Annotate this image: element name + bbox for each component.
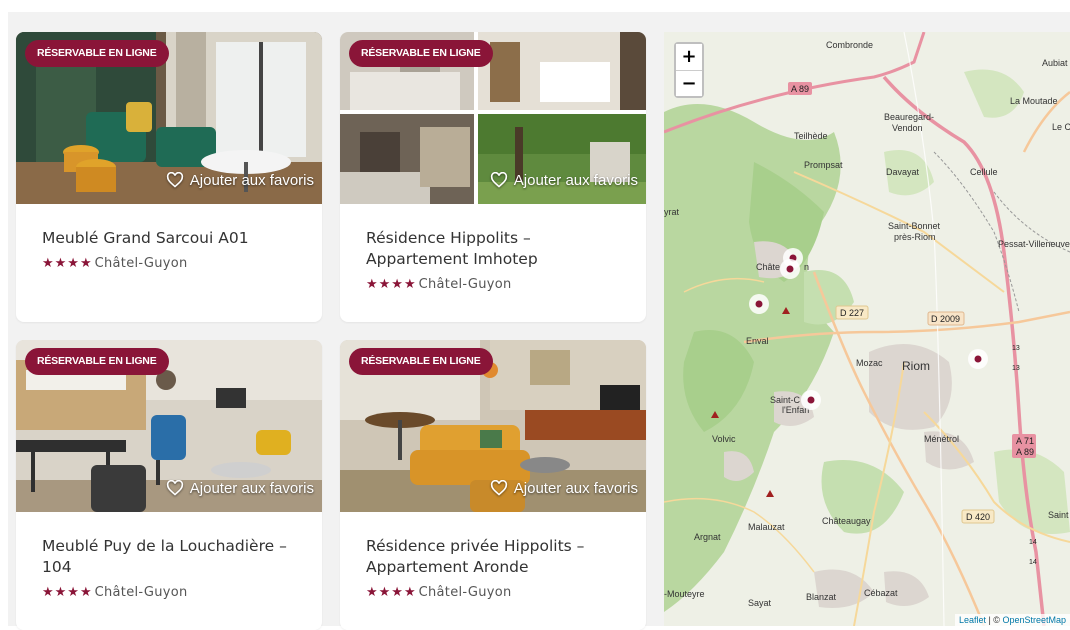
- road-label: D 420: [966, 512, 990, 522]
- place-label: La Moutade: [1010, 96, 1058, 106]
- place-label: Riom: [902, 359, 930, 373]
- listing-card[interactable]: RÉSERVABLE EN LIGNE Ajouter aux favoris …: [16, 340, 322, 630]
- place-label: Mozac: [856, 358, 883, 368]
- place-label: Volvic: [712, 434, 736, 444]
- place-label: Enval: [746, 336, 769, 346]
- place-label: Combronde: [826, 40, 873, 50]
- map-marker-icon[interactable]: [801, 390, 821, 410]
- listing-photo[interactable]: RÉSERVABLE EN LIGNE Ajouter aux favoris: [340, 32, 646, 204]
- road-label: D 227: [840, 308, 864, 318]
- place-label: Teilhède: [794, 131, 828, 141]
- listing-rating: ★★★★ Châtel-Guyon: [42, 585, 188, 600]
- add-to-favorites-button[interactable]: Ajouter aux favoris: [166, 170, 314, 190]
- map-attribution: Leaflet | © OpenStreetMap: [954, 614, 1070, 626]
- bookable-online-badge: RÉSERVABLE EN LIGNE: [25, 40, 169, 67]
- add-to-favorites-button[interactable]: Ajouter aux favoris: [490, 478, 638, 498]
- road-label: 14: [1029, 539, 1037, 546]
- place-label: Châteaugay: [822, 516, 871, 526]
- heart-icon: [490, 480, 507, 496]
- zoom-out-button[interactable]: −: [676, 70, 702, 96]
- listing-location: Châtel-Guyon: [418, 277, 512, 292]
- attribution-separator: | ©: [985, 615, 1003, 625]
- place-label: Beauregard-: [884, 112, 934, 122]
- place-label: n: [804, 262, 809, 272]
- place-label: Saint: [1048, 510, 1069, 520]
- place-label: Cellule: [970, 167, 998, 177]
- place-label: Le Ch: [1052, 122, 1070, 132]
- leaflet-link[interactable]: Leaflet: [959, 615, 986, 625]
- listing-location: Châtel-Guyon: [94, 585, 188, 600]
- add-to-favorites-label: Ajouter aux favoris: [513, 479, 638, 497]
- place-label: yrat: [664, 207, 680, 217]
- place-label: Prompsat: [804, 160, 843, 170]
- place-label: Cébazat: [864, 588, 898, 598]
- listing-card[interactable]: RÉSERVABLE EN LIGNE Ajouter aux favoris …: [340, 32, 646, 322]
- star-rating: ★★★★: [42, 585, 93, 600]
- listing-title[interactable]: Résidence Hippolits – Appartement Imhote…: [366, 228, 626, 270]
- bookable-online-badge: RÉSERVABLE EN LIGNE: [349, 40, 493, 67]
- heart-icon: [166, 172, 183, 188]
- listing-title[interactable]: Meublé Grand Sarcoui A01: [42, 228, 302, 249]
- place-label: Sayat: [748, 598, 772, 608]
- place-label: Saint-C: [770, 395, 801, 405]
- place-label: Davayat: [886, 167, 920, 177]
- star-rating: ★★★★: [42, 256, 93, 271]
- add-to-favorites-button[interactable]: Ajouter aux favoris: [490, 170, 638, 190]
- road-label: A 71: [1016, 436, 1034, 446]
- star-rating: ★★★★: [366, 277, 417, 292]
- heart-icon: [490, 172, 507, 188]
- listing-photo[interactable]: RÉSERVABLE EN LIGNE Ajouter aux favoris: [340, 340, 646, 512]
- place-label: Blanzat: [806, 592, 837, 602]
- map-panel[interactable]: A 89 D 227 D 2009 A 71 A 89 D 420 13 13 …: [664, 32, 1070, 626]
- add-to-favorites-label: Ajouter aux favoris: [513, 171, 638, 189]
- listing-location: Châtel-Guyon: [418, 585, 512, 600]
- place-label: Aubiat: [1042, 58, 1068, 68]
- road-label: 13: [1012, 345, 1020, 352]
- add-to-favorites-label: Ajouter aux favoris: [189, 479, 314, 497]
- map-marker-icon[interactable]: [968, 349, 988, 369]
- bookable-online-badge: RÉSERVABLE EN LIGNE: [25, 348, 169, 375]
- heart-icon: [166, 480, 183, 496]
- listing-page: RÉSERVABLE EN LIGNE Ajouter aux favoris …: [8, 12, 1070, 630]
- place-label: Châte: [756, 262, 780, 272]
- map-marker-icon[interactable]: [749, 294, 769, 314]
- road-label: A 89: [1016, 447, 1034, 457]
- road-label: 13: [1012, 365, 1020, 372]
- place-label: Ménétrol: [924, 434, 959, 444]
- listing-rating: ★★★★ Châtel-Guyon: [366, 277, 512, 292]
- openstreetmap-link[interactable]: OpenStreetMap: [1002, 615, 1066, 625]
- add-to-favorites-button[interactable]: Ajouter aux favoris: [166, 478, 314, 498]
- listing-card[interactable]: RÉSERVABLE EN LIGNE Ajouter aux favoris …: [340, 340, 646, 630]
- listing-photo[interactable]: RÉSERVABLE EN LIGNE Ajouter aux favoris: [16, 340, 322, 512]
- map-tiles[interactable]: A 89 D 227 D 2009 A 71 A 89 D 420 13 13 …: [664, 32, 1070, 626]
- star-rating: ★★★★: [366, 585, 417, 600]
- listing-photo[interactable]: RÉSERVABLE EN LIGNE Ajouter aux favoris: [16, 32, 322, 204]
- place-label: Saint-Bonnet: [888, 221, 941, 231]
- listing-rating: ★★★★ Châtel-Guyon: [366, 585, 512, 600]
- place-label: Vendon: [892, 123, 923, 133]
- place-label: Pessat-Villeneuve: [998, 239, 1070, 249]
- listing-title[interactable]: Meublé Puy de la Louchadière – 104: [42, 536, 302, 578]
- map-marker-icon[interactable]: [780, 259, 800, 279]
- listing-title[interactable]: Résidence privée Hippolits – Appartement…: [366, 536, 626, 578]
- road-label: 14: [1029, 559, 1037, 566]
- add-to-favorites-label: Ajouter aux favoris: [189, 171, 314, 189]
- road-label: A 89: [791, 84, 809, 94]
- listing-rating: ★★★★ Châtel-Guyon: [42, 256, 188, 271]
- listing-location: Châtel-Guyon: [94, 256, 188, 271]
- zoom-in-button[interactable]: +: [676, 44, 702, 70]
- road-label: D 2009: [931, 314, 960, 324]
- bookable-online-badge: RÉSERVABLE EN LIGNE: [349, 348, 493, 375]
- zoom-control: + −: [674, 42, 704, 98]
- place-label: Argnat: [694, 532, 721, 542]
- place-label: Malauzat: [748, 522, 785, 532]
- place-label: -Mouteyre: [664, 589, 705, 599]
- place-label: près-Riom: [894, 232, 936, 242]
- listing-card[interactable]: RÉSERVABLE EN LIGNE Ajouter aux favoris …: [16, 32, 322, 322]
